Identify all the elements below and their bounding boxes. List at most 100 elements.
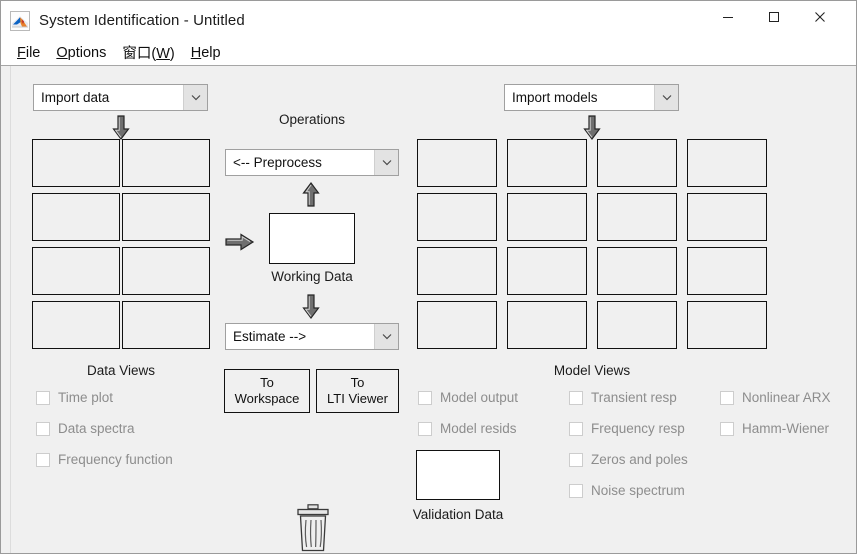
arrow-up-icon [301, 182, 321, 208]
checkbox-box [569, 421, 583, 436]
close-button[interactable] [797, 1, 843, 33]
menu-help-rest: elp [201, 44, 221, 61]
import-models-combo-value: Import models [512, 90, 598, 105]
trash-can-icon[interactable] [293, 504, 333, 553]
data-slot[interactable] [122, 139, 210, 187]
data-slot[interactable] [32, 193, 120, 241]
checkbox-box [36, 452, 50, 467]
to-lti-viewer-button[interactable]: To LTI Viewer [316, 369, 399, 413]
import-models-combo[interactable]: Import models [504, 84, 679, 111]
arrow-right-icon [225, 232, 255, 252]
menu-file-rest: ile [25, 44, 41, 61]
model-slot[interactable] [597, 247, 677, 295]
checkbox-label: Model output [440, 390, 519, 405]
data-slot[interactable] [122, 301, 210, 349]
model-slot[interactable] [687, 139, 767, 187]
minimize-button[interactable] [705, 1, 751, 33]
checkbox-box [569, 390, 583, 405]
validation-data-label: Validation Data [412, 507, 504, 522]
model-slot[interactable] [507, 193, 587, 241]
model-slot[interactable] [687, 247, 767, 295]
checkbox-noise-spectrum[interactable]: Noise spectrum [569, 483, 685, 498]
checkbox-label: Zeros and poles [591, 452, 688, 467]
checkbox-hamm-wiener[interactable]: Hamm-Wiener [720, 421, 829, 436]
checkbox-data-spectra[interactable]: Data spectra [36, 421, 135, 436]
menu-help[interactable]: Help [183, 43, 229, 63]
checkbox-label: Nonlinear ARX [742, 390, 831, 405]
arrow-down-icon [111, 115, 131, 141]
model-slot[interactable] [597, 301, 677, 349]
model-slot[interactable] [687, 193, 767, 241]
checkbox-box [569, 452, 583, 467]
estimate-combo[interactable]: Estimate --> [225, 323, 399, 350]
chevron-down-icon [374, 150, 398, 175]
model-slot[interactable] [417, 193, 497, 241]
checkbox-label: Frequency resp [591, 421, 685, 436]
model-slot[interactable] [507, 301, 587, 349]
model-slot[interactable] [507, 139, 587, 187]
checkbox-zeros-and-poles[interactable]: Zeros and poles [569, 452, 688, 467]
operations-title: Operations [278, 112, 346, 127]
model-slot[interactable] [597, 193, 677, 241]
checkbox-label: Data spectra [58, 421, 135, 436]
working-data-label: Working Data [271, 269, 353, 284]
preprocess-combo-value: <-- Preprocess [233, 155, 322, 170]
model-slot[interactable] [417, 139, 497, 187]
client-area: Import data Data Views Time plot Data sp… [1, 65, 856, 553]
checkbox-label: Time plot [58, 390, 114, 405]
matlab-membrane-icon [10, 10, 30, 31]
to-workspace-line1: To [260, 375, 274, 390]
checkbox-box [569, 483, 583, 498]
menu-window[interactable]: 窗口(W) [114, 40, 182, 65]
menu-options[interactable]: Options [48, 43, 114, 63]
chevron-down-icon [654, 85, 678, 110]
data-slot[interactable] [32, 247, 120, 295]
validation-data-box[interactable] [416, 450, 500, 500]
import-data-combo[interactable]: Import data [33, 84, 208, 111]
checkbox-box [418, 421, 432, 436]
preprocess-combo[interactable]: <-- Preprocess [225, 149, 399, 176]
checkbox-box [720, 390, 734, 405]
model-slot[interactable] [417, 247, 497, 295]
to-workspace-line2: Workspace [234, 391, 300, 406]
menu-window-cjk: 窗口( [122, 46, 157, 62]
data-slot[interactable] [32, 139, 120, 187]
to-lti-viewer-line1: To [350, 375, 365, 390]
menu-bar: File Options 窗口(W) Help [1, 40, 856, 65]
checkbox-frequency-resp[interactable]: Frequency resp [569, 421, 685, 436]
to-lti-viewer-line2: LTI Viewer [327, 391, 388, 406]
model-slot[interactable] [597, 139, 677, 187]
left-divider [10, 66, 11, 553]
model-views-title: Model Views [553, 363, 631, 378]
checkbox-model-resids[interactable]: Model resids [418, 421, 517, 436]
maximize-button[interactable] [751, 1, 797, 33]
checkbox-nonlinear-arx[interactable]: Nonlinear ARX [720, 390, 831, 405]
checkbox-model-output[interactable]: Model output [418, 390, 518, 405]
to-workspace-button[interactable]: To Workspace [224, 369, 310, 413]
data-slot[interactable] [32, 301, 120, 349]
checkbox-label: Noise spectrum [591, 483, 685, 498]
checkbox-transient-resp[interactable]: Transient resp [569, 390, 677, 405]
arrow-down-icon [301, 294, 321, 320]
menu-window-paren: ) [169, 46, 175, 62]
system-identification-window: System Identification - Untitled File Op… [0, 0, 857, 554]
checkbox-time-plot[interactable]: Time plot [36, 390, 113, 405]
model-slot[interactable] [507, 247, 587, 295]
model-slot[interactable] [417, 301, 497, 349]
menu-file[interactable]: File [9, 43, 48, 63]
model-slot[interactable] [687, 301, 767, 349]
checkbox-frequency-function[interactable]: Frequency function [36, 452, 173, 467]
title-bar: System Identification - Untitled [1, 1, 856, 40]
checkbox-box [418, 390, 432, 405]
checkbox-box [36, 390, 50, 405]
data-slot[interactable] [122, 247, 210, 295]
data-slot[interactable] [122, 193, 210, 241]
menu-options-rest: ptions [67, 44, 107, 61]
arrow-down-icon [582, 115, 602, 141]
checkbox-label: Model resids [440, 421, 517, 436]
working-data-box[interactable] [269, 213, 355, 264]
chevron-down-icon [374, 324, 398, 349]
data-views-title: Data Views [86, 363, 156, 378]
chevron-down-icon [183, 85, 207, 110]
checkbox-box [720, 421, 734, 436]
